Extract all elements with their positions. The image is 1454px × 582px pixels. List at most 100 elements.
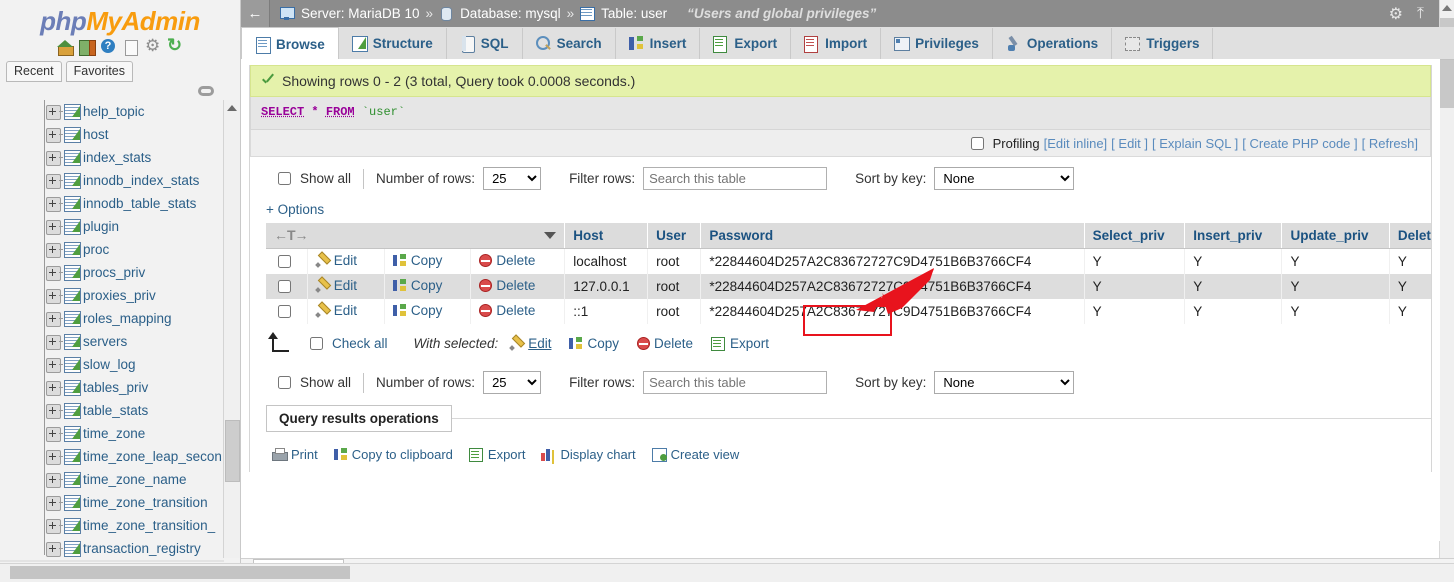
tree-item-innodb_index_stats[interactable]: innodb_index_stats bbox=[0, 169, 224, 192]
expand-icon[interactable] bbox=[46, 542, 61, 557]
row-edit-button[interactable]: Edit bbox=[316, 278, 357, 293]
number-of-rows-select-bottom[interactable]: 2550100250500 bbox=[483, 371, 541, 394]
tree-item-user[interactable]: user bbox=[0, 560, 224, 562]
page-horizontal-scrollbar[interactable] bbox=[0, 563, 1454, 582]
column-header-user[interactable]: User bbox=[648, 223, 701, 249]
row-delete-button[interactable]: Delete bbox=[479, 278, 535, 293]
expand-icon[interactable] bbox=[46, 220, 61, 235]
row-checkbox[interactable] bbox=[278, 280, 291, 293]
tab-browse[interactable]: Browse bbox=[241, 27, 339, 60]
page-scroll-up-icon[interactable] bbox=[1442, 5, 1452, 11]
row-delete-cell[interactable]: Delete bbox=[471, 299, 565, 324]
tree-item-time_zone_transition_[interactable]: time_zone_transition_ bbox=[0, 514, 224, 537]
filter-rows-input-bottom[interactable] bbox=[643, 371, 827, 394]
expand-icon[interactable] bbox=[46, 151, 61, 166]
tree-item-help_topic[interactable]: help_topic bbox=[0, 100, 224, 123]
expand-icon[interactable] bbox=[46, 174, 61, 189]
row-copy-button[interactable]: Copy bbox=[393, 253, 443, 268]
number-of-rows-select-top[interactable]: 2550100250500 bbox=[483, 167, 541, 190]
expand-icon[interactable] bbox=[46, 519, 61, 534]
tab-structure[interactable]: Structure bbox=[339, 28, 447, 59]
check-all-checkbox[interactable] bbox=[310, 337, 323, 350]
column-header-password[interactable]: Password bbox=[701, 223, 1084, 249]
sql-query-display[interactable]: SELECT * FROM `user` bbox=[250, 97, 1431, 130]
row-edit-button[interactable]: Edit bbox=[316, 303, 357, 318]
sort-by-key-select-bottom[interactable]: None bbox=[934, 371, 1074, 394]
page-hscrollbar-thumb[interactable] bbox=[10, 566, 350, 579]
tab-import[interactable]: Import bbox=[791, 28, 881, 59]
expand-icon[interactable] bbox=[46, 473, 61, 488]
expand-icon[interactable] bbox=[46, 358, 61, 373]
expand-icon[interactable] bbox=[46, 427, 61, 442]
row-edit-cell[interactable]: Edit bbox=[307, 249, 384, 275]
expand-icon[interactable] bbox=[46, 197, 61, 212]
column-header-delete-priv[interactable]: Delete_priv bbox=[1389, 223, 1431, 249]
expand-icon[interactable] bbox=[46, 381, 61, 396]
sort-by-key-select-top[interactable]: None bbox=[934, 167, 1074, 190]
tab-search[interactable]: Search bbox=[523, 28, 616, 59]
tree-item-proc[interactable]: proc bbox=[0, 238, 224, 261]
help-icon[interactable] bbox=[101, 39, 117, 55]
tree-item-innodb_table_stats[interactable]: innodb_table_stats bbox=[0, 192, 224, 215]
profiling-checkbox[interactable] bbox=[971, 137, 984, 150]
expand-icon[interactable] bbox=[46, 289, 61, 304]
tab-privileges[interactable]: Privileges bbox=[881, 28, 993, 59]
expand-icon[interactable] bbox=[46, 312, 61, 327]
tab-favorites[interactable]: Favorites bbox=[66, 61, 133, 82]
tree-item-index_stats[interactable]: index_stats bbox=[0, 146, 224, 169]
settings-icon[interactable] bbox=[145, 39, 161, 55]
export-button[interactable]: Export bbox=[469, 447, 526, 462]
row-copy-cell[interactable]: Copy bbox=[384, 299, 471, 324]
refresh-icon[interactable] bbox=[167, 39, 183, 55]
back-button[interactable]: ← bbox=[241, 0, 270, 27]
row-delete-cell[interactable]: Delete bbox=[471, 274, 565, 299]
expand-icon[interactable] bbox=[46, 128, 61, 143]
tree-item-plugin[interactable]: plugin bbox=[0, 215, 224, 238]
scrollbar-thumb[interactable] bbox=[225, 420, 240, 482]
home-icon[interactable] bbox=[57, 39, 73, 55]
row-checkbox-cell[interactable] bbox=[266, 249, 307, 275]
row-delete-cell[interactable]: Delete bbox=[471, 249, 565, 275]
expand-icon[interactable] bbox=[46, 404, 61, 419]
expand-icon[interactable] bbox=[46, 266, 61, 281]
row-edit-cell[interactable]: Edit bbox=[307, 299, 384, 324]
refresh-link[interactable]: [ Refresh] bbox=[1362, 136, 1418, 151]
breadcrumb-database[interactable]: Database: mysql bbox=[460, 6, 561, 21]
tree-item-servers[interactable]: servers bbox=[0, 330, 224, 353]
expand-icon[interactable] bbox=[46, 105, 61, 120]
row-copy-cell[interactable]: Copy bbox=[384, 274, 471, 299]
tab-recent[interactable]: Recent bbox=[6, 61, 62, 82]
create-php-code-link[interactable]: [ Create PHP code ] bbox=[1242, 136, 1357, 151]
expand-icon[interactable] bbox=[46, 450, 61, 465]
tree-item-proxies_priv[interactable]: proxies_priv bbox=[0, 284, 224, 307]
row-copy-button[interactable]: Copy bbox=[393, 303, 443, 318]
table-row[interactable]: EditCopyDelete::1root*22844604D257A2C836… bbox=[266, 299, 1431, 324]
tab-insert[interactable]: Insert bbox=[616, 28, 701, 59]
row-edit-button[interactable]: Edit bbox=[316, 253, 357, 268]
sidebar-vertical-scrollbar[interactable] bbox=[223, 100, 240, 558]
row-edit-cell[interactable]: Edit bbox=[307, 274, 384, 299]
breadcrumb-server[interactable]: Server: MariaDB 10 bbox=[301, 6, 420, 21]
tab-export[interactable]: Export bbox=[700, 28, 791, 59]
exit-icon[interactable] bbox=[79, 39, 95, 55]
column-header-insert-priv[interactable]: Insert_priv bbox=[1185, 223, 1282, 249]
expand-icon[interactable] bbox=[46, 243, 61, 258]
column-header-select-priv[interactable]: Select_priv bbox=[1084, 223, 1185, 249]
table-row[interactable]: EditCopyDelete127.0.0.1root*22844604D257… bbox=[266, 274, 1431, 299]
explain-sql-link[interactable]: [ Explain SQL ] bbox=[1152, 136, 1238, 151]
table-row[interactable]: EditCopyDeletelocalhostroot*22844604D257… bbox=[266, 249, 1431, 275]
show-all-checkbox-top[interactable] bbox=[278, 172, 291, 185]
column-header-update-priv[interactable]: Update_priv bbox=[1282, 223, 1389, 249]
print-button[interactable]: Print bbox=[272, 447, 318, 462]
docs-icon[interactable] bbox=[123, 39, 139, 55]
tree-item-roles_mapping[interactable]: roles_mapping bbox=[0, 307, 224, 330]
create-view-button[interactable]: Create view bbox=[652, 447, 740, 462]
expand-icon[interactable] bbox=[46, 496, 61, 511]
tree-item-time_zone_transition[interactable]: time_zone_transition bbox=[0, 491, 224, 514]
breadcrumb-table[interactable]: Table: user bbox=[601, 6, 667, 21]
page-vertical-scrollbar[interactable] bbox=[1439, 0, 1454, 582]
row-nav-arrows[interactable]: ←T→ bbox=[274, 227, 308, 243]
with-selected-delete-button[interactable]: Delete bbox=[637, 336, 693, 351]
row-delete-button[interactable]: Delete bbox=[479, 253, 535, 268]
tree-item-time_zone_name[interactable]: time_zone_name bbox=[0, 468, 224, 491]
